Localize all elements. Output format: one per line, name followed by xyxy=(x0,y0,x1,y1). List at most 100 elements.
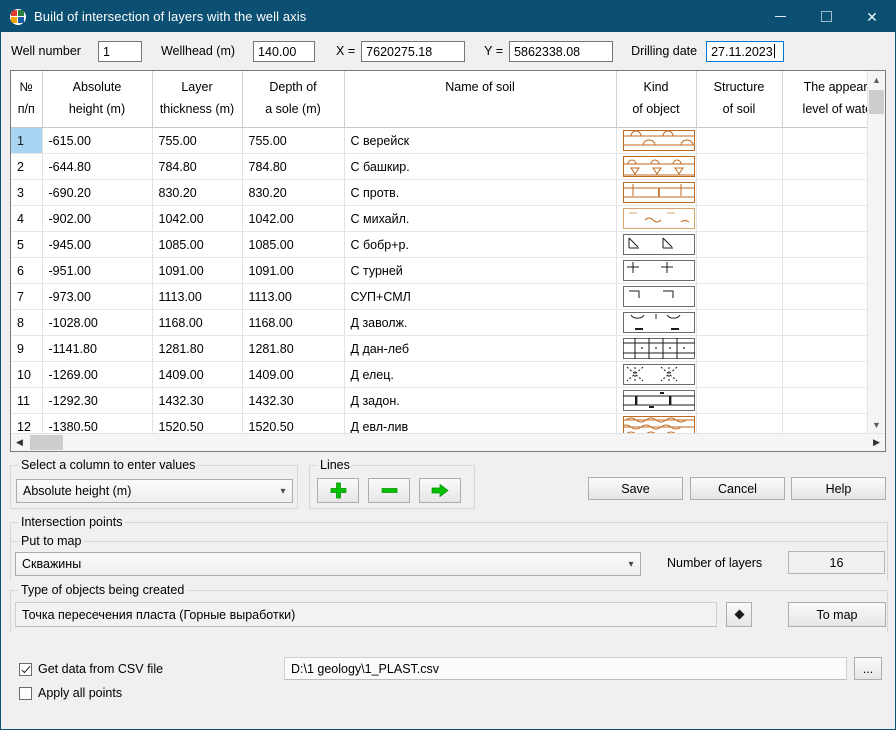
cell-name-of-soil[interactable]: Д дан-леб xyxy=(344,335,617,362)
cell-kind-of-object[interactable] xyxy=(616,283,697,310)
remove-line-button[interactable] xyxy=(368,478,410,503)
table-row[interactable]: 4 -902.00 1042.00 1042.00 С михайл. xyxy=(11,205,867,232)
scroll-down-icon[interactable]: ▼ xyxy=(868,416,885,433)
cell-layer-thickness[interactable]: 755.00 xyxy=(152,127,243,154)
minimize-button[interactable] xyxy=(757,1,803,32)
cell-kind-of-object[interactable] xyxy=(616,231,697,258)
put-to-map-dropdown[interactable]: Скважины ▾ xyxy=(15,552,641,576)
cell-structure-of-soil[interactable] xyxy=(696,179,783,206)
col-header-water-level[interactable]: The appearedlevel of waters xyxy=(782,71,867,128)
cell-water-level[interactable] xyxy=(782,335,867,362)
cell-kind-of-object[interactable] xyxy=(616,153,697,180)
cell-water-level[interactable] xyxy=(782,153,867,180)
col-header-kind-of-object[interactable]: Kind of object xyxy=(616,71,697,128)
cell-depth-of-sole[interactable]: 1281.80 xyxy=(242,335,345,362)
well-number-input[interactable]: 1 xyxy=(97,40,142,62)
cell-name-of-soil[interactable]: С бобр+р. xyxy=(344,231,617,258)
col-header-number[interactable]: № п/п xyxy=(11,71,43,128)
cell-kind-of-object[interactable] xyxy=(616,205,697,232)
cell-absolute-height[interactable]: -1028.00 xyxy=(42,309,153,336)
cell-depth-of-sole[interactable]: 1409.00 xyxy=(242,361,345,388)
cell-absolute-height[interactable]: -690.20 xyxy=(42,179,153,206)
column-select-dropdown[interactable]: Absolute height (m) ▾ xyxy=(16,479,293,503)
help-button[interactable]: Help xyxy=(791,477,886,500)
cell-row-number[interactable]: 2 xyxy=(11,153,43,180)
wellhead-input[interactable]: 140.00 xyxy=(253,40,316,62)
cell-structure-of-soil[interactable] xyxy=(696,153,783,180)
cell-name-of-soil[interactable]: С башкир. xyxy=(344,153,617,180)
cell-water-level[interactable] xyxy=(782,257,867,284)
table-row[interactable]: 9 -1141.80 1281.80 1281.80 Д дан-леб xyxy=(11,335,867,362)
cell-structure-of-soil[interactable] xyxy=(696,361,783,388)
cell-row-number[interactable]: 3 xyxy=(11,179,43,206)
maximize-button[interactable] xyxy=(803,1,849,32)
cell-water-level[interactable] xyxy=(782,231,867,258)
cell-structure-of-soil[interactable] xyxy=(696,335,783,362)
cell-depth-of-sole[interactable]: 1113.00 xyxy=(242,283,345,310)
cell-water-level[interactable] xyxy=(782,387,867,414)
cell-absolute-height[interactable]: -1141.80 xyxy=(42,335,153,362)
cell-absolute-height[interactable]: -902.00 xyxy=(42,205,153,232)
save-button[interactable]: Save xyxy=(588,477,683,500)
cell-kind-of-object[interactable] xyxy=(616,335,697,362)
cell-absolute-height[interactable]: -1292.30 xyxy=(42,387,153,414)
cell-structure-of-soil[interactable] xyxy=(696,387,783,414)
cell-structure-of-soil[interactable] xyxy=(696,283,783,310)
cell-layer-thickness[interactable]: 1432.30 xyxy=(152,387,243,414)
cell-layer-thickness[interactable]: 1113.00 xyxy=(152,283,243,310)
cell-depth-of-sole[interactable]: 1042.00 xyxy=(242,205,345,232)
cell-water-level[interactable] xyxy=(782,361,867,388)
cell-name-of-soil[interactable]: Д евл-лив xyxy=(344,413,617,433)
cell-depth-of-sole[interactable]: 830.20 xyxy=(242,179,345,206)
cell-depth-of-sole[interactable]: 755.00 xyxy=(242,127,345,154)
table-row[interactable]: 11 -1292.30 1432.30 1432.30 Д задон. xyxy=(11,387,867,414)
cell-water-level[interactable] xyxy=(782,179,867,206)
cancel-button[interactable]: Cancel xyxy=(690,477,785,500)
cell-layer-thickness[interactable]: 1042.00 xyxy=(152,205,243,232)
vertical-scrollbar[interactable]: ▲ ▼ xyxy=(867,71,885,433)
cell-depth-of-sole[interactable]: 1085.00 xyxy=(242,231,345,258)
cell-row-number[interactable]: 9 xyxy=(11,335,43,362)
table-row[interactable]: 6 -951.00 1091.00 1091.00 С турней xyxy=(11,257,867,284)
cell-absolute-height[interactable]: -1380.50 xyxy=(42,413,153,433)
cell-depth-of-sole[interactable]: 1091.00 xyxy=(242,257,345,284)
cell-kind-of-object[interactable] xyxy=(616,179,697,206)
cell-kind-of-object[interactable] xyxy=(616,127,697,154)
close-button[interactable]: ✕ xyxy=(849,1,895,32)
cell-absolute-height[interactable]: -951.00 xyxy=(42,257,153,284)
cell-layer-thickness[interactable]: 1085.00 xyxy=(152,231,243,258)
cell-absolute-height[interactable]: -945.00 xyxy=(42,231,153,258)
cell-layer-thickness[interactable]: 1091.00 xyxy=(152,257,243,284)
get-data-from-csv-checkbox[interactable] xyxy=(19,662,32,676)
horizontal-scrollbar[interactable]: ◀ ▶ xyxy=(11,433,885,451)
x-coordinate-input[interactable]: 7620275.18 xyxy=(361,40,466,62)
table-row[interactable]: 3 -690.20 830.20 830.20 С протв. xyxy=(11,179,867,206)
cell-absolute-height[interactable]: -644.80 xyxy=(42,153,153,180)
cell-water-level[interactable] xyxy=(782,127,867,154)
table-row[interactable]: 12 -1380.50 1520.50 1520.50 Д евл-лив xyxy=(11,413,867,433)
move-line-button[interactable] xyxy=(419,478,461,503)
cell-row-number[interactable]: 7 xyxy=(11,283,43,310)
cell-row-number[interactable]: 6 xyxy=(11,257,43,284)
cell-water-level[interactable] xyxy=(782,283,867,310)
cell-structure-of-soil[interactable] xyxy=(696,231,783,258)
cell-name-of-soil[interactable]: Д заволж. xyxy=(344,309,617,336)
cell-layer-thickness[interactable]: 1520.50 xyxy=(152,413,243,433)
apply-all-points-checkbox[interactable] xyxy=(19,686,32,700)
to-map-button[interactable]: To map xyxy=(788,602,886,627)
cell-structure-of-soil[interactable] xyxy=(696,257,783,284)
cell-kind-of-object[interactable] xyxy=(616,361,697,388)
object-symbol-button[interactable] xyxy=(726,602,752,627)
browse-csv-button[interactable]: ... xyxy=(854,657,882,680)
cell-structure-of-soil[interactable] xyxy=(696,413,783,433)
table-row[interactable]: 1 -615.00 755.00 755.00 С верейск xyxy=(11,127,867,154)
horizontal-scroll-thumb[interactable] xyxy=(30,435,63,450)
cell-depth-of-sole[interactable]: 1168.00 xyxy=(242,309,345,336)
table-row[interactable]: 2 -644.80 784.80 784.80 С башкир. xyxy=(11,153,867,180)
cell-depth-of-sole[interactable]: 1520.50 xyxy=(242,413,345,433)
add-line-button[interactable] xyxy=(317,478,359,503)
cell-absolute-height[interactable]: -973.00 xyxy=(42,283,153,310)
cell-name-of-soil[interactable]: СУП+СМЛ xyxy=(344,283,617,310)
cell-kind-of-object[interactable] xyxy=(616,257,697,284)
cell-layer-thickness[interactable]: 1281.80 xyxy=(152,335,243,362)
